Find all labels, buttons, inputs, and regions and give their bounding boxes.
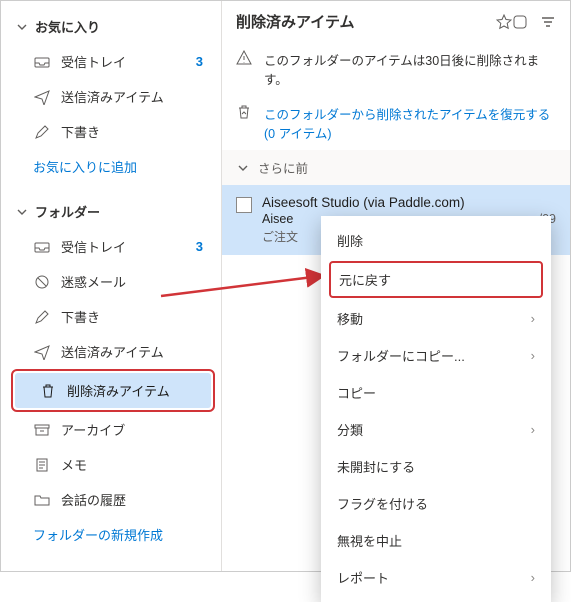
restore-banner[interactable]: このフォルダーから削除されたアイテムを復元する (0 アイテム) — [222, 96, 570, 150]
chevron-down-icon — [238, 163, 248, 173]
inbox-icon — [33, 238, 51, 256]
retention-banner: このフォルダーのアイテムは30日後に削除されます。 — [222, 42, 570, 96]
draft-icon — [33, 308, 51, 326]
chevron-down-icon — [15, 20, 29, 34]
chevron-right-icon: › — [531, 311, 535, 326]
restore-link-text: このフォルダーから削除されたアイテムを復元する (0 アイテム) — [264, 104, 556, 142]
ctx-item-flag[interactable]: フラグを付ける — [321, 485, 551, 522]
chevron-right-icon: › — [531, 422, 535, 437]
ctx-label: 削除 — [337, 231, 363, 250]
group-label: さらに前 — [258, 158, 308, 177]
ctx-label: 分類 — [337, 420, 363, 439]
folders-header[interactable]: フォルダー — [9, 194, 221, 229]
favorites-header[interactable]: お気に入り — [9, 9, 221, 44]
junk-icon — [33, 273, 51, 291]
filter-icon[interactable] — [540, 14, 556, 30]
ctx-label: 未開封にする — [337, 457, 415, 476]
chevron-down-icon — [15, 205, 29, 219]
ctx-label: コピー — [337, 383, 376, 402]
new-folder-link[interactable]: フォルダーの新規作成 — [9, 517, 221, 552]
nav-label: 削除済みアイテム — [67, 381, 205, 400]
ctx-item-categorize[interactable]: 分類 › — [321, 411, 551, 448]
folder-item-history[interactable]: 会話の履歴 — [9, 482, 221, 517]
folder-item-junk[interactable]: 迷惑メール — [9, 264, 221, 299]
ctx-item-move[interactable]: 移動 › — [321, 300, 551, 337]
nav-label: 送信済みアイテム — [61, 342, 215, 361]
send-icon — [33, 88, 51, 106]
nav-label: 迷惑メール — [61, 272, 215, 291]
folder-item-deleted[interactable]: 削除済みアイテム — [15, 373, 211, 408]
mail-from: Aiseesoft Studio (via Paddle.com) — [262, 195, 556, 210]
context-menu: 削除 元に戻す 移動 › フォルダーにコピー... › コピー 分類 › 未開封… — [321, 216, 551, 602]
nav-label: アーカイブ — [61, 420, 215, 439]
folder-item-notes[interactable]: メモ — [9, 447, 221, 482]
ctx-item-mark-unread[interactable]: 未開封にする — [321, 448, 551, 485]
page-title: 削除済みアイテム — [236, 11, 492, 32]
retention-text: このフォルダーのアイテムは30日後に削除されます。 — [264, 50, 556, 88]
send-icon — [33, 343, 51, 361]
ctx-item-restore[interactable]: 元に戻す — [331, 263, 541, 296]
warning-icon — [236, 50, 254, 68]
nav-label: 受信トレイ — [61, 52, 196, 71]
mail-checkbox[interactable] — [236, 197, 252, 213]
ctx-label: フォルダーにコピー... — [337, 346, 465, 365]
restore-icon — [236, 104, 254, 122]
ctx-item-report[interactable]: レポート › — [321, 559, 551, 596]
add-favorite-link[interactable]: お気に入りに追加 — [9, 149, 221, 184]
folder-item-drafts[interactable]: 下書き — [9, 299, 221, 334]
content-header: 削除済みアイテム — [222, 1, 570, 42]
ctx-label: レポート — [337, 568, 389, 587]
nav-label: 下書き — [61, 122, 215, 141]
chevron-right-icon: › — [531, 348, 535, 363]
nav-label: メモ — [61, 455, 215, 474]
select-all-icon[interactable] — [512, 14, 528, 30]
fav-item-sent[interactable]: 送信済みアイテム — [9, 79, 221, 114]
nav-label: 送信済みアイテム — [61, 87, 215, 106]
ctx-item-copy[interactable]: コピー — [321, 374, 551, 411]
annotation-highlight-sidebar: 削除済みアイテム — [11, 369, 215, 412]
note-icon — [33, 456, 51, 474]
unread-badge: 3 — [196, 239, 215, 254]
group-header[interactable]: さらに前 — [222, 150, 570, 185]
folder-icon — [33, 491, 51, 509]
ctx-label: フラグを付ける — [337, 494, 428, 513]
star-icon[interactable] — [496, 14, 512, 30]
unread-badge: 3 — [196, 54, 215, 69]
ctx-label: 移動 — [337, 309, 363, 328]
archive-icon — [33, 421, 51, 439]
ctx-label: 元に戻す — [339, 270, 391, 289]
folder-item-inbox[interactable]: 受信トレイ 3 — [9, 229, 221, 264]
add-favorite-label: お気に入りに追加 — [33, 160, 137, 175]
nav-label: 受信トレイ — [61, 237, 196, 256]
ctx-item-copy-to-folder[interactable]: フォルダーにコピー... › — [321, 337, 551, 374]
ctx-item-delete[interactable]: 削除 — [321, 222, 551, 259]
inbox-icon — [33, 53, 51, 71]
ctx-item-stop-ignore[interactable]: 無視を中止 — [321, 522, 551, 559]
folder-item-sent[interactable]: 送信済みアイテム — [9, 334, 221, 369]
annotation-highlight-restore: 元に戻す — [329, 261, 543, 298]
sidebar: お気に入り 受信トレイ 3 送信済みアイテム 下書き お気に入りに追加 — [1, 1, 221, 571]
nav-label: 会話の履歴 — [61, 490, 215, 509]
favorites-label: お気に入り — [35, 17, 100, 36]
new-folder-label: フォルダーの新規作成 — [33, 528, 163, 543]
trash-icon — [39, 382, 57, 400]
nav-label: 下書き — [61, 307, 215, 326]
fav-item-drafts[interactable]: 下書き — [9, 114, 221, 149]
fav-item-inbox[interactable]: 受信トレイ 3 — [9, 44, 221, 79]
draft-icon — [33, 123, 51, 141]
ctx-label: 無視を中止 — [337, 531, 402, 550]
chevron-right-icon: › — [531, 570, 535, 585]
folder-item-archive[interactable]: アーカイブ — [9, 412, 221, 447]
folders-label: フォルダー — [35, 202, 100, 221]
